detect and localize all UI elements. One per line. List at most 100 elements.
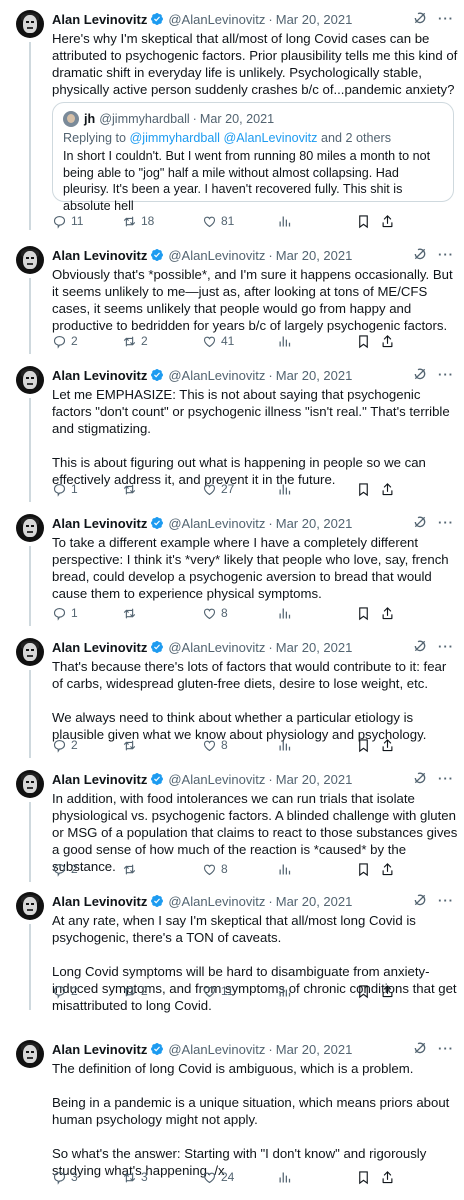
retweet-button[interactable]: 2 — [122, 332, 148, 350]
like-button[interactable]: 8 — [202, 860, 228, 878]
grok-icon[interactable] — [412, 10, 428, 26]
like-button[interactable]: 81 — [202, 212, 234, 230]
grok-icon[interactable] — [412, 892, 428, 908]
avatar[interactable] — [16, 246, 44, 274]
retweet-button[interactable] — [122, 736, 141, 754]
avatar[interactable] — [16, 514, 44, 542]
share-button[interactable] — [380, 736, 395, 754]
bookmark-button[interactable] — [356, 332, 371, 350]
views-button[interactable] — [277, 1168, 292, 1186]
more-icon[interactable]: ··· — [438, 11, 454, 26]
author-handle[interactable]: @AlanLevinovitz — [168, 894, 265, 909]
views-button[interactable] — [277, 212, 292, 230]
tweet-date[interactable]: Mar 20, 2021 — [276, 368, 353, 383]
author-name[interactable]: Alan Levinovitz — [52, 368, 147, 383]
more-icon[interactable]: ··· — [438, 515, 454, 530]
bookmark-button[interactable] — [356, 736, 371, 754]
grok-icon[interactable] — [412, 246, 428, 262]
share-button[interactable] — [380, 604, 395, 622]
tweet-date[interactable]: Mar 20, 2021 — [276, 248, 353, 263]
tweet-date[interactable]: Mar 20, 2021 — [276, 516, 353, 531]
bookmark-button[interactable] — [356, 480, 371, 498]
more-icon[interactable]: ··· — [438, 771, 454, 786]
grok-icon[interactable] — [412, 1040, 428, 1056]
share-button[interactable] — [380, 1168, 395, 1186]
views-button[interactable] — [277, 982, 292, 1000]
views-button[interactable] — [277, 860, 292, 878]
share-button[interactable] — [380, 480, 395, 498]
retweet-button[interactable]: 3 — [122, 1168, 148, 1186]
views-button[interactable] — [277, 332, 292, 350]
avatar[interactable] — [16, 1040, 44, 1068]
bookmark-button[interactable] — [356, 212, 371, 230]
reply-button[interactable]: 1 — [52, 604, 78, 622]
grok-icon[interactable] — [412, 366, 428, 382]
author-name[interactable]: Alan Levinovitz — [52, 640, 147, 655]
author-handle[interactable]: @AlanLevinovitz — [168, 368, 265, 383]
author-name[interactable]: Alan Levinovitz — [52, 1042, 147, 1057]
reply-button[interactable]: 2 — [52, 332, 78, 350]
like-button[interactable]: 24 — [202, 1168, 234, 1186]
tweet-date[interactable]: Mar 20, 2021 — [276, 1042, 353, 1057]
reply-icon — [52, 334, 67, 349]
author-name[interactable]: Alan Levinovitz — [52, 12, 147, 27]
author-name[interactable]: Alan Levinovitz — [52, 894, 147, 909]
more-icon[interactable]: ··· — [438, 893, 454, 908]
like-button[interactable]: 11 — [202, 982, 233, 1000]
author-handle[interactable]: @AlanLevinovitz — [168, 1042, 265, 1057]
tweet-date[interactable]: Mar 20, 2021 — [276, 640, 353, 655]
like-button[interactable]: 8 — [202, 736, 228, 754]
more-icon[interactable]: ··· — [438, 1041, 454, 1056]
author-name[interactable]: Alan Levinovitz — [52, 248, 147, 263]
views-button[interactable] — [277, 604, 292, 622]
author-handle[interactable]: @AlanLevinovitz — [168, 516, 265, 531]
retweet-button[interactable] — [122, 480, 141, 498]
avatar[interactable] — [16, 10, 44, 38]
tweet-date[interactable]: Mar 20, 2021 — [276, 12, 353, 27]
tweet-date[interactable]: Mar 20, 2021 — [276, 772, 353, 787]
reply-button[interactable]: 1 — [52, 480, 78, 498]
author-handle[interactable]: @AlanLevinovitz — [168, 772, 265, 787]
avatar[interactable] — [16, 892, 44, 920]
avatar[interactable] — [16, 366, 44, 394]
bookmark-button[interactable] — [356, 982, 371, 1000]
bookmark-button[interactable] — [356, 604, 371, 622]
author-handle[interactable]: @AlanLevinovitz — [168, 248, 265, 263]
more-icon[interactable]: ··· — [438, 247, 454, 262]
share-button[interactable] — [380, 860, 395, 878]
author-name[interactable]: Alan Levinovitz — [52, 772, 147, 787]
views-button[interactable] — [277, 736, 292, 754]
reply-button[interactable]: 11 — [52, 212, 83, 230]
more-icon[interactable]: ··· — [438, 639, 454, 654]
retweet-button[interactable]: 18 — [122, 212, 154, 230]
grok-icon[interactable] — [412, 514, 428, 530]
replying-to-mentions[interactable]: @jimmyhardball @AlanLevinovitz — [130, 131, 318, 145]
views-button[interactable] — [277, 480, 292, 498]
reply-button[interactable]: 3 — [52, 1168, 78, 1186]
quoted-tweet[interactable]: jh @jimmyhardball · Mar 20, 2021 Replying t… — [52, 102, 454, 213]
bookmark-button[interactable] — [356, 1168, 371, 1186]
author-handle[interactable]: @AlanLevinovitz — [168, 12, 265, 27]
bookmark-button[interactable] — [356, 860, 371, 878]
share-button[interactable] — [380, 332, 395, 350]
bookmark-icon — [356, 984, 371, 999]
retweet-button[interactable]: 2 — [122, 982, 148, 1000]
author-handle[interactable]: @AlanLevinovitz — [168, 640, 265, 655]
like-button[interactable]: 8 — [202, 604, 228, 622]
tweet-date[interactable]: Mar 20, 2021 — [276, 894, 353, 909]
avatar[interactable] — [16, 770, 44, 798]
retweet-button[interactable] — [122, 604, 141, 622]
reply-button[interactable]: 2 — [52, 860, 78, 878]
more-icon[interactable]: ··· — [438, 367, 454, 382]
like-button[interactable]: 41 — [202, 332, 234, 350]
like-button[interactable]: 27 — [202, 480, 234, 498]
reply-button[interactable]: 2 — [52, 982, 78, 1000]
author-name[interactable]: Alan Levinovitz — [52, 516, 147, 531]
avatar[interactable] — [16, 638, 44, 666]
grok-icon[interactable] — [412, 770, 428, 786]
share-button[interactable] — [380, 212, 395, 230]
grok-icon[interactable] — [412, 638, 428, 654]
reply-button[interactable]: 2 — [52, 736, 78, 754]
retweet-button[interactable] — [122, 860, 141, 878]
share-button[interactable] — [380, 982, 395, 1000]
